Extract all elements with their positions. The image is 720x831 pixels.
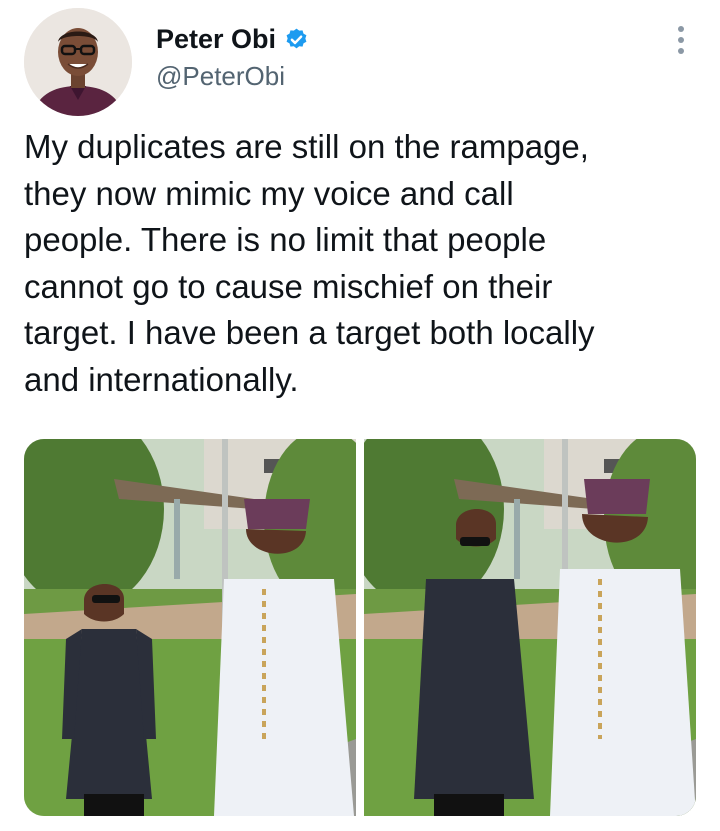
photo-image <box>24 439 356 816</box>
verified-badge-icon <box>286 28 307 48</box>
more-dot <box>678 37 684 43</box>
author-handle[interactable]: @PeterObi <box>156 60 285 92</box>
media-photo-left[interactable] <box>24 439 356 816</box>
tweet-media <box>24 439 696 816</box>
media-photo-right[interactable] <box>364 439 696 816</box>
more-dot <box>678 26 684 32</box>
author-name[interactable]: Peter Obi <box>156 22 276 56</box>
more-options-icon[interactable] <box>666 20 696 60</box>
tweet: Peter Obi @PeterObi My duplicates are st… <box>0 0 720 831</box>
author-name-row: Peter Obi <box>156 22 309 56</box>
author-avatar[interactable] <box>24 8 132 116</box>
avatar-image <box>24 8 132 116</box>
tweet-text: My duplicates are still on the rampage, … <box>24 128 595 398</box>
photo-image <box>364 439 696 816</box>
more-dot <box>678 48 684 54</box>
